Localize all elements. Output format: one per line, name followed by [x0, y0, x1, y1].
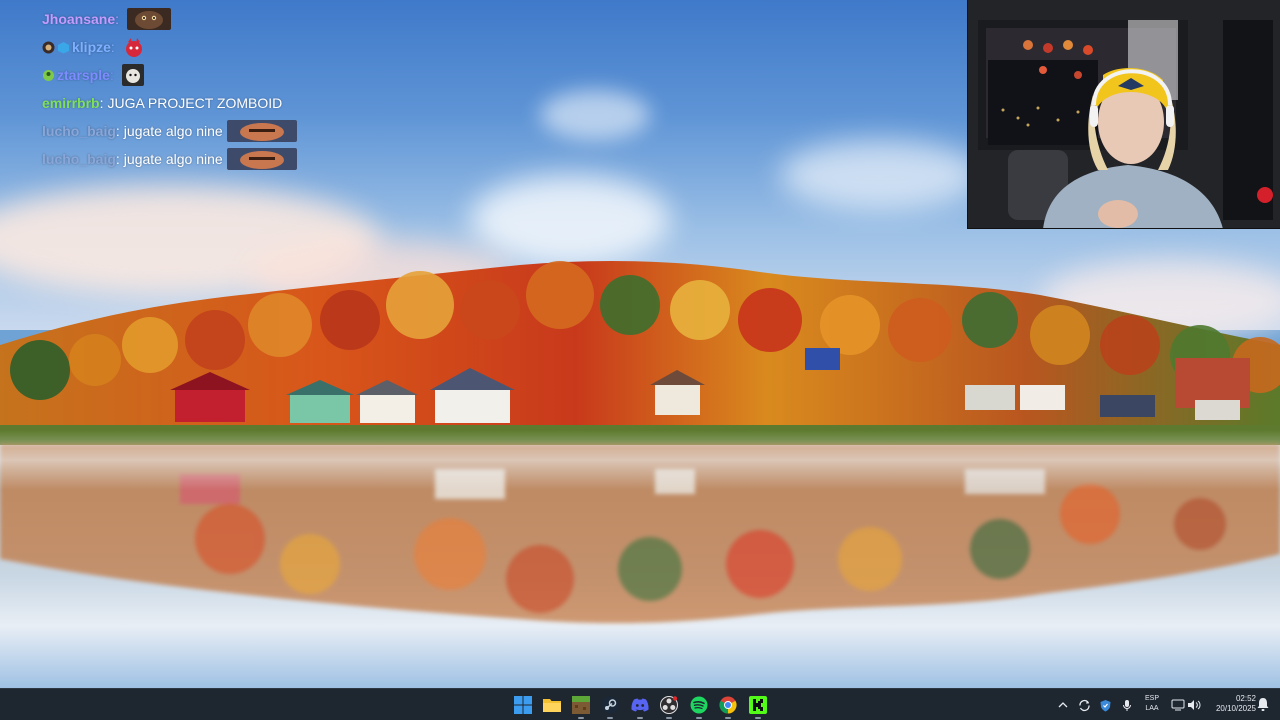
- spotify-button[interactable]: [687, 693, 711, 719]
- minecraft-icon: [572, 696, 590, 714]
- start-button[interactable]: [511, 693, 535, 717]
- dog-emote-icon: [121, 64, 144, 86]
- chat-username: lucho_baig: [42, 123, 116, 139]
- chat-username: ztarsple: [57, 67, 110, 83]
- shield-icon: [1100, 699, 1110, 711]
- chat-message: klipze :: [42, 33, 342, 61]
- chat-separator: :: [99, 95, 104, 111]
- running-indicator: [637, 717, 643, 719]
- stream-chat-overlay: Jhoansane : klipze : ztarsple : emirrbrb: [42, 5, 342, 173]
- network-monitor-icon: [1171, 699, 1185, 711]
- face-emote-icon: [226, 148, 297, 170]
- discord-button[interactable]: [628, 693, 652, 719]
- chat-username: emirrbrb: [42, 95, 100, 111]
- chat-username: Jhoansane: [42, 11, 116, 27]
- chat-separator: :: [115, 11, 120, 27]
- cat-emote-icon: [127, 8, 172, 30]
- security-tray-button[interactable]: [1097, 697, 1113, 713]
- chat-separator: :: [115, 123, 120, 139]
- chat-message: lucho_baig : jugate algo nine: [42, 145, 342, 173]
- red-creature-emote-icon: [125, 38, 142, 57]
- chevron-up-icon: [1058, 702, 1068, 708]
- badge-icon: [43, 69, 54, 81]
- discord-icon: [631, 698, 649, 712]
- running-indicator: [696, 717, 702, 719]
- cube-badge-icon: [58, 41, 69, 53]
- chat-message: emirrbrb : JUGA PROJECT ZOMBOID: [42, 89, 342, 117]
- running-indicator: [666, 717, 672, 719]
- chrome-icon: [719, 696, 737, 714]
- chat-text: jugate algo nine: [123, 123, 223, 139]
- chat-message: ztarsple :: [42, 61, 342, 89]
- chat-username: lucho_baig: [42, 151, 116, 167]
- webcam-scene: [968, 0, 1280, 228]
- clock-time: 02:52: [1235, 694, 1256, 703]
- chat-separator: :: [115, 151, 120, 167]
- windows-taskbar: ESP LAA 02:52 20/10/2025: [0, 688, 1280, 720]
- file-explorer-icon: [543, 699, 561, 712]
- kick-icon: [749, 696, 767, 714]
- microphone-icon: [1123, 699, 1131, 711]
- chat-text: JUGA PROJECT ZOMBOID: [107, 95, 283, 111]
- obs-button[interactable]: [657, 693, 681, 719]
- streamer-webcam: [967, 0, 1280, 229]
- network-tray-button[interactable]: [1170, 697, 1186, 713]
- steam-icon: [601, 696, 619, 714]
- chat-separator: :: [110, 39, 115, 55]
- volume-tray-button[interactable]: [1186, 697, 1202, 713]
- face-emote-icon: [226, 120, 297, 142]
- microphone-tray-button[interactable]: [1119, 697, 1135, 713]
- show-hidden-icons-button[interactable]: [1055, 697, 1071, 713]
- clock-date: 20/10/2025: [1215, 704, 1256, 713]
- running-indicator: [725, 717, 731, 719]
- notification-bell-icon: [1257, 698, 1269, 711]
- language-code: ESP: [1144, 695, 1159, 702]
- badge-icon: [42, 41, 55, 53]
- chat-text: jugate algo nine: [123, 151, 223, 167]
- spotify-icon: [690, 696, 708, 714]
- running-indicator: [578, 717, 584, 719]
- running-indicator: [607, 717, 613, 719]
- file-explorer-button[interactable]: [540, 693, 564, 717]
- chat-message: lucho_baig : jugate algo nine: [42, 117, 342, 145]
- language-layout: LAA: [1145, 705, 1159, 712]
- sync-icon: [1078, 699, 1090, 711]
- chat-separator: :: [109, 67, 114, 83]
- wallpaper-cloud: [540, 90, 650, 140]
- chrome-button[interactable]: [716, 693, 740, 719]
- taskbar-clock[interactable]: 02:52 20/10/2025: [1204, 694, 1256, 714]
- minecraft-button[interactable]: [569, 693, 593, 719]
- wallpaper-cloud: [780, 140, 980, 210]
- wallpaper-mist: [0, 430, 1280, 490]
- obs-icon: [660, 696, 678, 714]
- chat-message: Jhoansane :: [42, 5, 342, 33]
- running-indicator: [755, 717, 761, 719]
- notifications-button[interactable]: [1256, 697, 1272, 713]
- windows-start-icon: [514, 696, 532, 714]
- input-language-indicator[interactable]: ESP LAA: [1140, 694, 1164, 714]
- chat-username: klipze: [72, 39, 111, 55]
- speaker-icon: [1188, 700, 1201, 710]
- wallpaper-autumn-forest: [0, 260, 1280, 445]
- sync-tray-button[interactable]: [1076, 697, 1092, 713]
- steam-button[interactable]: [598, 693, 622, 719]
- kick-button[interactable]: [746, 693, 770, 719]
